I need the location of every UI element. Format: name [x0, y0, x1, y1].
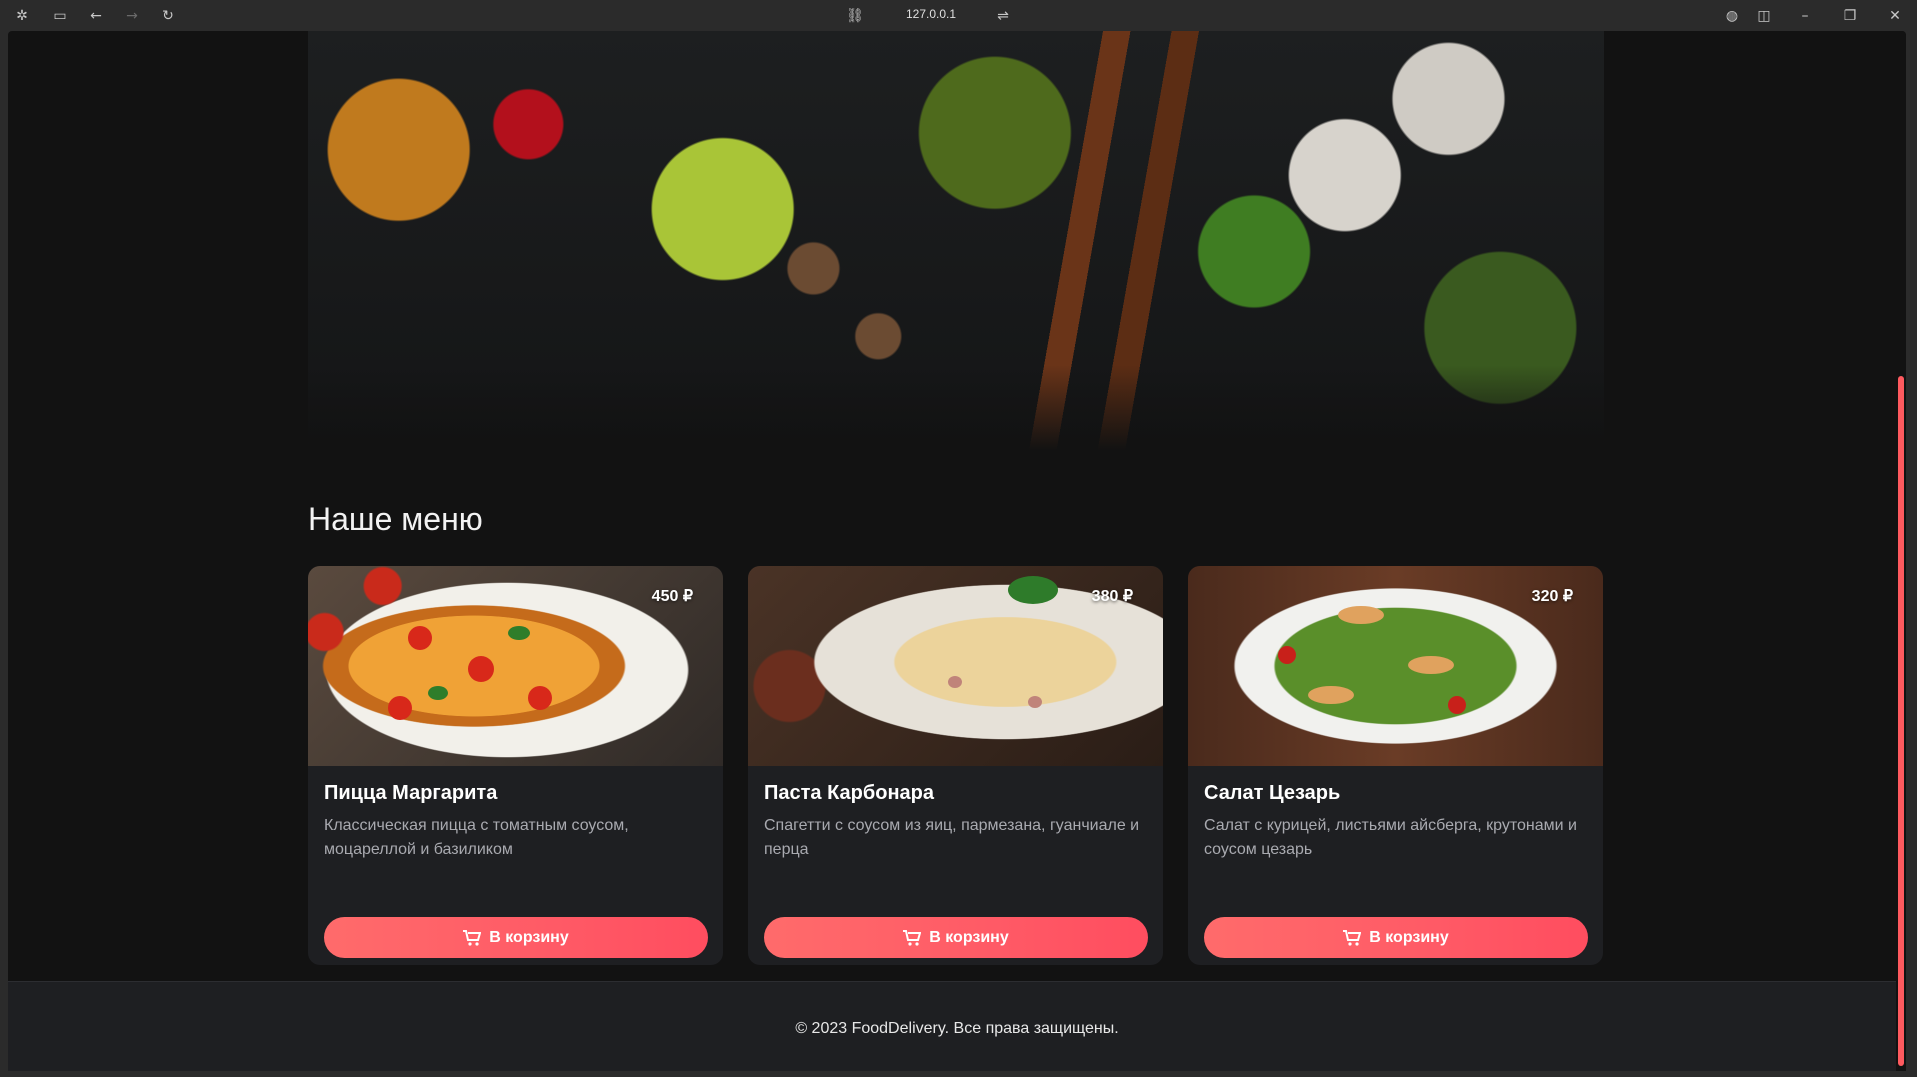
price-badge: 450 ₽: [651, 588, 693, 605]
menu-card-pasta: 380 ₽ Паста Карбонара Спагетти с соусом …: [748, 566, 1163, 965]
close-icon[interactable]: ✕: [1885, 6, 1905, 26]
add-to-cart-label: В корзину: [929, 928, 1009, 946]
page-viewport: Наше меню 450 ₽ Пицца Маргарита Классиче…: [8, 31, 1906, 1071]
scrollbar-thumb[interactable]: [1898, 376, 1904, 1066]
price-badge: 320 ₽: [1531, 588, 1573, 605]
pasta-photo: 380 ₽: [748, 566, 1163, 766]
cart-icon: [1343, 929, 1362, 946]
cart-icon: [903, 929, 922, 946]
item-title: Пицца Маргарита: [324, 782, 498, 804]
add-to-cart-button[interactable]: В корзину: [764, 917, 1148, 958]
menu-section-title: Наше меню: [308, 501, 483, 537]
add-to-cart-label: В корзину: [489, 928, 569, 946]
scrollbar[interactable]: [1896, 31, 1906, 1071]
copyright-text: © 2023 FoodDelivery. Все права защищены.: [795, 1020, 1119, 1037]
add-to-cart-label: В корзину: [1369, 928, 1449, 946]
menu-card-salad: 320 ₽ Салат Цезарь Салат с курицей, лист…: [1188, 566, 1603, 965]
sidebar-icon[interactable]: ▭: [50, 6, 70, 26]
price-badge: 380 ₽: [1091, 588, 1133, 605]
cart-icon: [463, 929, 482, 946]
hero-banner-image: [308, 31, 1604, 455]
item-description: Салат с курицей, листьями айсберга, крут…: [1204, 817, 1577, 858]
menu-card-pizza: 450 ₽ Пицца Маргарита Классическая пицца…: [308, 566, 723, 965]
globe-icon[interactable]: ◍: [1722, 6, 1742, 26]
browser-toolbar: ✲ ▭ ← → ↻ ⛓ 127.0.0.1 ⇌ ◍ ◫ – ❐ ✕: [0, 0, 1917, 31]
app-icon[interactable]: ✲: [12, 6, 32, 26]
site-footer: © 2023 FoodDelivery. Все права защищены.: [8, 981, 1906, 1071]
pizza-photo: 450 ₽: [308, 566, 723, 766]
item-description: Спагетти с соусом из яиц, пармезана, гуа…: [764, 817, 1140, 858]
minimize-icon[interactable]: –: [1795, 6, 1815, 26]
forward-icon[interactable]: →: [122, 6, 142, 26]
item-title: Салат Цезарь: [1204, 782, 1341, 804]
item-title: Паста Карбонара: [764, 782, 934, 804]
tune-icon[interactable]: ⇌: [993, 6, 1013, 26]
item-description: Классическая пицца с томатным соусом, мо…: [324, 817, 629, 858]
salad-photo: 320 ₽: [1188, 566, 1603, 766]
add-to-cart-button[interactable]: В корзину: [324, 917, 708, 958]
menu-grid: 450 ₽ Пицца Маргарита Классическая пицца…: [308, 566, 1604, 965]
split-view-icon[interactable]: ◫: [1754, 6, 1774, 26]
back-icon[interactable]: ←: [86, 6, 106, 26]
reload-icon[interactable]: ↻: [158, 6, 178, 26]
restore-icon[interactable]: ❐: [1840, 6, 1860, 26]
add-to-cart-button[interactable]: В корзину: [1204, 917, 1588, 958]
link-icon[interactable]: ⛓: [845, 6, 865, 26]
address-bar[interactable]: 127.0.0.1: [906, 7, 956, 21]
